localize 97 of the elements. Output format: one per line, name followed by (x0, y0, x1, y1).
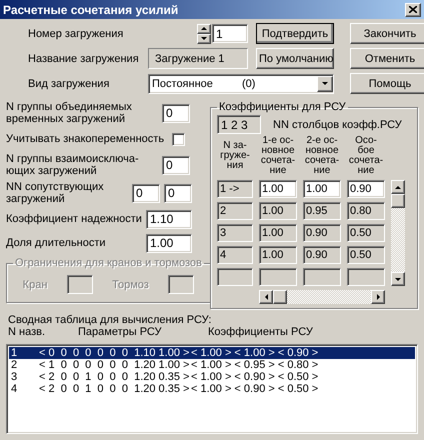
section-title: Сводная таблица для вычисления РСУ: (8, 314, 212, 326)
scroll-thumb[interactable] (273, 290, 287, 304)
right-arrow-icon (376, 294, 380, 300)
field-label: Название загружения (28, 52, 140, 64)
table-cell[interactable]: 1.00 (259, 202, 297, 220)
side-button[interactable]: Закончить (350, 23, 424, 44)
horizontal-scrollbar[interactable] (259, 290, 385, 304)
spin-up-button[interactable] (197, 24, 211, 34)
table-cell: 1 -> (217, 180, 253, 198)
field-label: NN столбцов коэфф.РСУ (273, 118, 402, 130)
scroll-thumb[interactable] (391, 194, 405, 208)
scroll-up-button[interactable] (391, 180, 405, 194)
table-cell[interactable]: 0.80 (347, 202, 385, 220)
input-field[interactable]: 0 (162, 104, 190, 122)
dropdown-value: Постоянное (152, 78, 214, 90)
column-header: Осо- бое сочета- ние (348, 136, 384, 176)
column-header: Коэффициенты РСУ (208, 326, 314, 338)
left-arrow-icon (264, 294, 268, 300)
row-coefficients: < 1.00 > < 0.90 > < 0.50 > (191, 383, 320, 395)
input-field[interactable]: 0 (164, 184, 192, 202)
row-number: 3 (11, 371, 18, 383)
field-label: Кран (22, 278, 48, 290)
table-cell: 4 (217, 246, 253, 264)
field-label: NN сопутствующих загружений (6, 181, 105, 205)
row-parameters: < 2 0 0 1 0 0 0 1.20 0.35 > (39, 383, 190, 395)
field-label: Учитывать знакопеременность (6, 133, 166, 145)
scroll-down-button[interactable] (391, 272, 405, 286)
row-number: 4 (11, 383, 18, 395)
table-cell[interactable]: 0.90 (303, 224, 341, 242)
list-row[interactable]: 2 < 1 0 0 0 0 0 0 1.20 1.00 >< 1.00 > < 0.95 > < 0.80 > (9, 359, 415, 371)
list-row[interactable]: 1 < 0 0 0 0 0 0 0 1.10 1.00 >< 1.00 > < 1.00 > < 0.90 > (9, 347, 415, 359)
down-arrow-icon (201, 36, 207, 41)
input-field[interactable]: 1 2 3 (217, 115, 261, 134)
close-icon (409, 6, 417, 13)
table-cell[interactable]: 1.00 (259, 224, 297, 242)
row-coefficients: < 1.00 > < 0.95 > < 0.80 > (191, 359, 320, 371)
row-coefficients: < 1.00 > < 0.90 > < 0.50 > (191, 371, 320, 383)
dropdown-code: (0) (242, 78, 256, 90)
column-header: N назв. (8, 326, 46, 338)
field-label: Номер загружения (28, 28, 124, 40)
row-parameters: < 1 0 0 0 0 0 0 1.20 1.00 > (39, 359, 190, 371)
empty-cell (217, 268, 253, 286)
side-button[interactable]: Помощь (350, 73, 424, 94)
input-field[interactable]: 0 (132, 184, 160, 202)
row-number: 2 (11, 359, 18, 371)
input-field[interactable]: 1.10 (146, 210, 192, 228)
table-cell[interactable]: 0.90 (303, 246, 341, 264)
table-cell[interactable]: 0.90 (347, 180, 385, 198)
table-cell[interactable]: 0.95 (303, 202, 341, 220)
scroll-left-button[interactable] (259, 290, 273, 304)
down-arrow-icon (395, 276, 401, 282)
table-cell[interactable]: 1.00 (259, 180, 297, 198)
row-coefficients: < 1.00 > < 1.00 > < 0.90 > (191, 347, 320, 359)
column-header: 1-е ос- новное сочета- ние (260, 136, 296, 176)
empty-cell (259, 268, 297, 286)
list-row[interactable]: 3 < 2 0 0 1 0 0 0 1.20 0.35 >< 1.00 > < 0.90 > < 0.50 > (9, 371, 415, 383)
input-field[interactable]: 0 (162, 156, 190, 174)
column-header: Параметры РСУ (78, 326, 162, 338)
scroll-right-button[interactable] (371, 290, 385, 304)
column-header: 2-е ос- новное сочета- ние (304, 136, 340, 176)
up-arrow-icon (201, 26, 207, 31)
input-field[interactable]: 1 (212, 24, 248, 43)
field-label: N группы взаимоисключа- ющих загружений (6, 153, 140, 177)
table-cell[interactable]: 0.50 (347, 246, 385, 264)
side-button[interactable]: Отменить (350, 48, 424, 69)
table-cell[interactable]: 0.50 (347, 224, 385, 242)
column-header: N за- груже- ния (219, 141, 251, 171)
table-cell: 3 (217, 224, 253, 242)
vertical-scrollbar[interactable] (391, 180, 405, 286)
field-label: N группы объединяемых временных загружений (6, 101, 133, 125)
name-display: Загружение 1 (148, 48, 248, 69)
action-button[interactable]: По умолчанию (256, 48, 334, 69)
table-cell: 2 (217, 202, 253, 220)
field-label: Вид загружения (28, 78, 110, 90)
spin-down-button[interactable] (197, 34, 211, 44)
empty-cell (347, 268, 385, 286)
row-parameters: < 2 0 0 1 0 0 0 1.20 0.35 > (39, 371, 190, 383)
field-label: Коэффициент надежности (6, 213, 142, 225)
dropdown[interactable]: Постоянное (0) (148, 74, 334, 94)
row-number: 1 (11, 347, 18, 359)
row-parameters: < 0 0 0 0 0 0 0 1.10 1.00 > (39, 347, 190, 359)
field-label: Тормоз (112, 278, 149, 290)
table-cell[interactable]: 1.00 (303, 180, 341, 198)
empty-cell (303, 268, 341, 286)
group-title: Ограничения для кранов и тормозов (14, 257, 203, 269)
field-label: Доля длительности (6, 237, 107, 249)
table-cell[interactable]: 1.00 (259, 246, 297, 264)
up-arrow-icon (395, 184, 401, 190)
input-field[interactable]: 1.00 (146, 234, 192, 252)
dropdown-button[interactable] (317, 76, 333, 92)
window-title: Расчетные сочетания усилий (3, 2, 178, 16)
checkbox[interactable] (172, 132, 185, 146)
action-button[interactable]: Подтвердить (256, 23, 334, 44)
close-button[interactable] (405, 2, 421, 16)
down-arrow-icon (322, 81, 328, 86)
list-row[interactable]: 4 < 2 0 0 1 0 0 0 1.20 0.35 >< 1.00 > < 0.90 > < 0.50 > (9, 383, 415, 395)
group-title: Коэффициенты для РСУ (218, 101, 347, 113)
